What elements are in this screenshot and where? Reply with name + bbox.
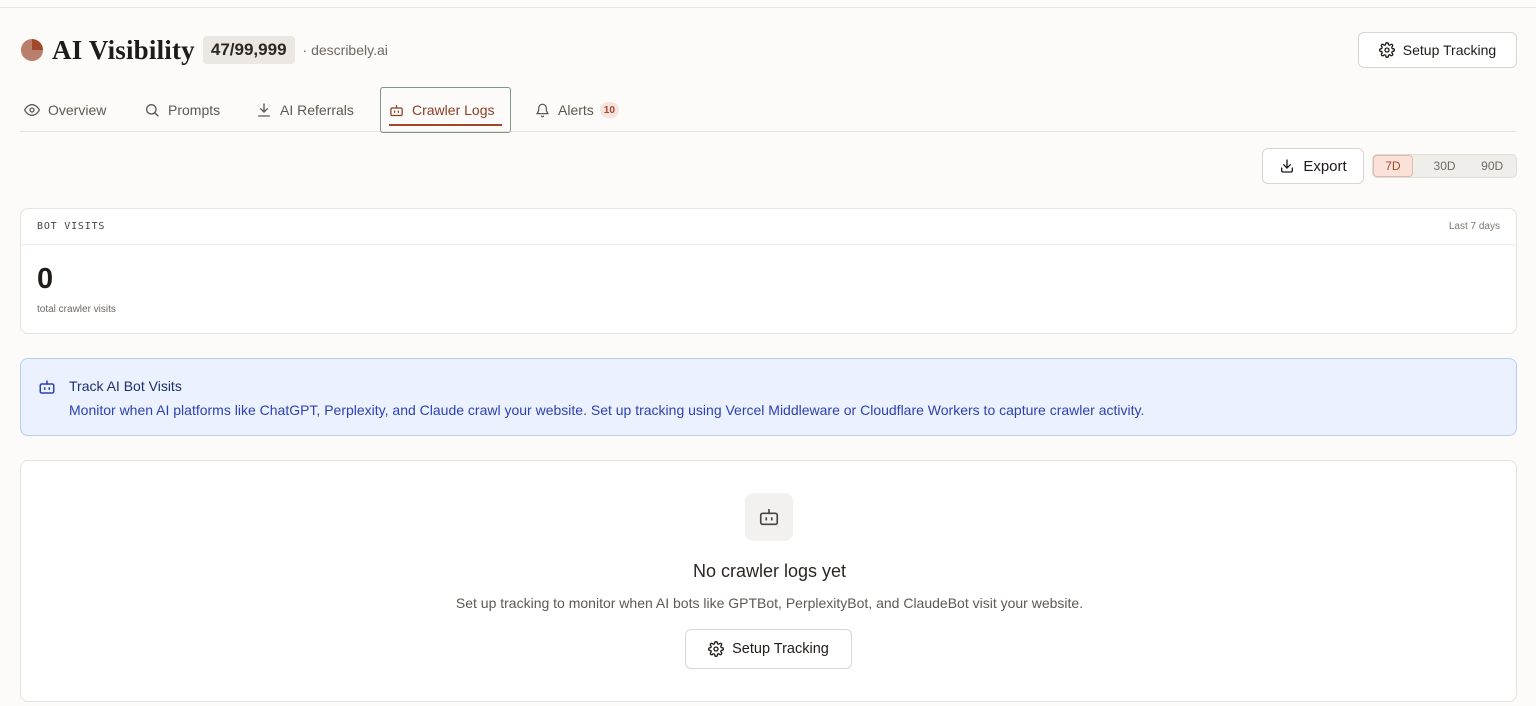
bot-visits-label: BOT VISITS xyxy=(37,221,106,232)
range-7d-button[interactable]: 7D xyxy=(1373,155,1413,177)
banner-text: Monitor when AI platforms like ChatGPT, … xyxy=(69,402,1145,418)
tab-ai-referrals[interactable]: AI Referrals xyxy=(252,88,358,132)
gear-icon xyxy=(708,641,725,657)
tab-bar: Overview Prompts AI Referrals Crawler Lo… xyxy=(20,87,1517,133)
empty-state-title: No crawler logs yet xyxy=(692,561,847,581)
setup-tracking-label: Setup Tracking xyxy=(1402,42,1497,58)
search-icon xyxy=(146,104,159,117)
tab-overview[interactable]: Overview xyxy=(20,88,110,132)
bot-visits-card: BOT VISITS Last 7 days 0 total crawler v… xyxy=(20,208,1517,334)
tab-prompts[interactable]: Prompts xyxy=(140,88,224,132)
empty-state-card: No crawler logs yet Set up tracking to m… xyxy=(20,460,1517,702)
tab-overview-label: Overview xyxy=(48,102,107,118)
tab-prompts-label: Prompts xyxy=(168,102,221,118)
pie-logo-icon xyxy=(21,39,43,61)
track-bot-visits-banner: Track AI Bot Visits Monitor when AI plat… xyxy=(20,358,1517,436)
domain-label: · describely.ai xyxy=(302,42,388,58)
bot-visits-caption: total crawler visits xyxy=(37,304,116,315)
bot-visits-value: 0 xyxy=(37,263,54,295)
empty-setup-tracking-button[interactable]: Setup Tracking xyxy=(685,629,852,669)
bell-icon xyxy=(536,103,549,117)
range-30d-button[interactable]: 30D xyxy=(1421,155,1469,177)
bot-visits-period: Last 7 days xyxy=(1448,221,1500,232)
bot-visits-card-header: BOT VISITS Last 7 days xyxy=(21,209,1516,245)
tab-alerts[interactable]: Alerts 10 xyxy=(531,88,623,132)
empty-state-icon-box xyxy=(745,493,793,541)
page-header: AI Visibility 47/99,999 · describely.ai xyxy=(20,34,388,66)
date-range-selector: 7D 30D 90D xyxy=(1372,154,1517,178)
top-divider xyxy=(0,7,1536,8)
setup-tracking-button[interactable]: Setup Tracking xyxy=(1358,32,1517,68)
export-label: Export xyxy=(1303,157,1347,175)
tab-crawler-logs[interactable]: Crawler Logs xyxy=(380,87,511,133)
banner-title: Track AI Bot Visits xyxy=(69,378,182,394)
bot-icon xyxy=(390,104,403,116)
bot-icon xyxy=(39,380,55,394)
download-icon xyxy=(258,103,270,117)
usage-count-badge: 47/99,999 xyxy=(202,36,295,64)
tab-crawler-logs-label: Crawler Logs xyxy=(412,102,495,118)
empty-setup-tracking-label: Setup Tracking xyxy=(732,641,829,657)
tab-alerts-label: Alerts xyxy=(558,102,594,118)
bot-icon xyxy=(759,508,779,526)
export-button[interactable]: Export xyxy=(1262,148,1364,184)
page-title: AI Visibility xyxy=(52,34,195,65)
eye-icon xyxy=(24,104,40,116)
empty-state-text: Set up tracking to monitor when AI bots … xyxy=(455,595,1084,611)
tab-ai-referrals-label: AI Referrals xyxy=(280,102,354,118)
range-90d-button[interactable]: 90D xyxy=(1468,155,1516,177)
alerts-count-badge: 10 xyxy=(599,102,619,118)
gear-icon xyxy=(1378,42,1395,58)
download-icon xyxy=(1281,159,1294,173)
